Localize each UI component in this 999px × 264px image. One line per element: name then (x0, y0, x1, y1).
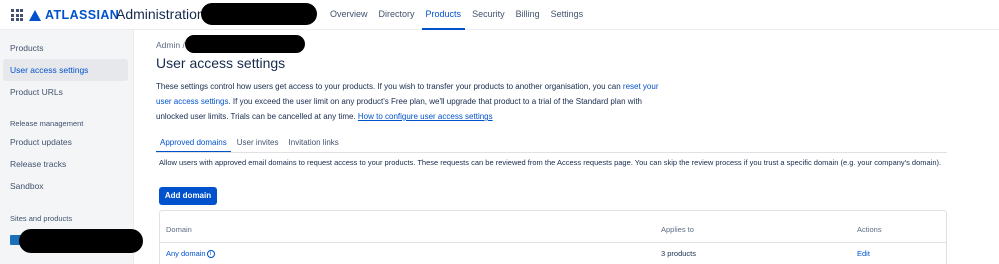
nav-products[interactable]: Products (421, 0, 466, 30)
table-row-divider (160, 242, 946, 243)
redacted-site-name (19, 229, 143, 253)
how-to-configure-link[interactable]: How to configure user access settings (358, 112, 493, 121)
sidebar-heading-sites-and-products: Sites and products (10, 214, 73, 223)
sidebar-item-product-urls[interactable]: Product URLs (3, 81, 128, 103)
table-row: Any domain i (166, 249, 215, 259)
tab-invitation-links[interactable]: Invitation links (285, 137, 343, 153)
top-nav: Overview Directory Products Security Bil… (326, 0, 590, 30)
top-bar: ATLASSIAN Administration Overview Direct… (0, 0, 999, 30)
nav-overview[interactable]: Overview (326, 0, 372, 30)
app-switcher-icon[interactable] (11, 9, 23, 21)
page-description: These settings control how users get acc… (156, 79, 676, 124)
domain-link[interactable]: Any domain (166, 249, 206, 258)
brand-name: ATLASSIAN (45, 8, 120, 22)
atlassian-logo-icon (29, 9, 41, 21)
breadcrumb: Admin / (156, 40, 185, 50)
edit-link-cell: Edit (857, 249, 870, 258)
app-title: Administration (116, 6, 205, 22)
redacted-breadcrumb (185, 35, 305, 53)
breadcrumb-admin[interactable]: Admin / (156, 40, 185, 50)
sidebar-item-products[interactable]: Products (3, 37, 128, 59)
nav-directory[interactable]: Directory (375, 0, 419, 30)
column-header-applies-to: Applies to (661, 225, 694, 234)
domains-table: Domain Applies to Actions Any domain i 3 … (159, 210, 947, 264)
nav-security[interactable]: Security (468, 0, 509, 30)
nav-billing[interactable]: Billing (512, 0, 544, 30)
sidebar-heading-release-management: Release management (10, 119, 84, 128)
settings-tabs: Approved domains User invites Invitation… (156, 137, 345, 153)
sidebar-item-release-tracks[interactable]: Release tracks (3, 153, 128, 175)
sidebar-item-sandbox[interactable]: Sandbox (3, 175, 128, 197)
applies-to-value: 3 products (661, 249, 697, 258)
column-header-domain: Domain (166, 225, 192, 234)
approved-domains-info: Allow users with approved email domains … (159, 158, 942, 167)
tab-approved-domains[interactable]: Approved domains (156, 137, 231, 153)
redacted-org-name (201, 3, 317, 25)
info-icon[interactable]: i (206, 250, 215, 259)
nav-settings[interactable]: Settings (547, 0, 588, 30)
column-header-actions: Actions (857, 225, 882, 234)
sidebar-item-product-updates[interactable]: Product updates (3, 131, 128, 153)
page-title: User access settings (156, 55, 286, 71)
atlassian-logo[interactable]: ATLASSIAN (29, 7, 119, 23)
add-domain-button[interactable]: Add domain (159, 187, 217, 205)
tabs-divider (156, 152, 947, 153)
tab-user-invites[interactable]: User invites (233, 137, 283, 153)
sidebar-item-user-access-settings[interactable]: User access settings (3, 59, 128, 81)
description-text-1: These settings control how users get acc… (156, 82, 621, 91)
edit-domain-link[interactable]: Edit (857, 249, 870, 258)
